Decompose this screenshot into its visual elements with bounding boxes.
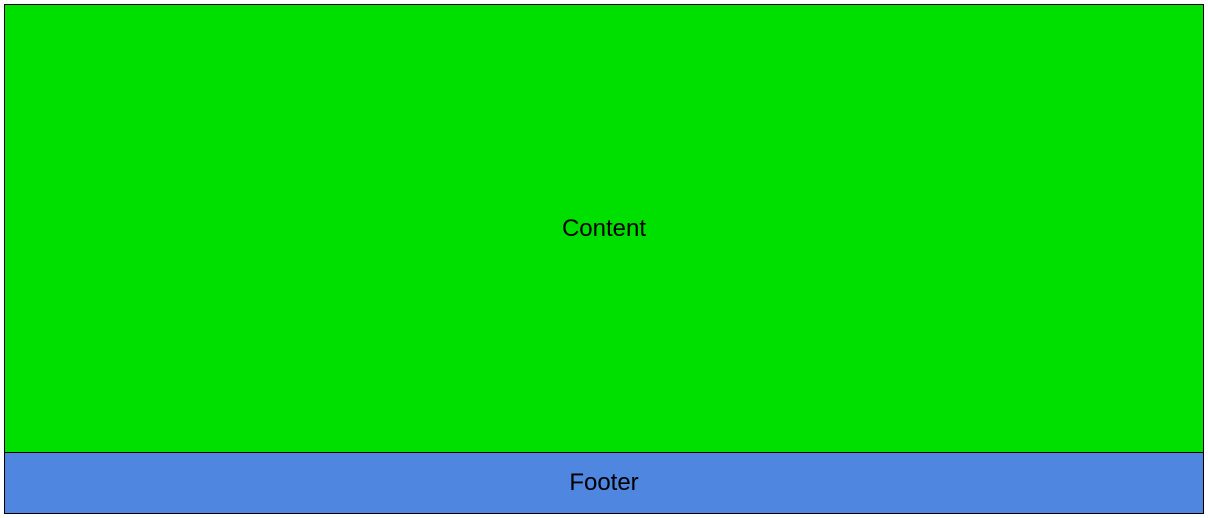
footer-panel: Footer — [4, 452, 1204, 514]
footer-label: Footer — [569, 469, 638, 497]
content-label: Content — [562, 215, 646, 243]
content-panel: Content — [4, 4, 1204, 453]
